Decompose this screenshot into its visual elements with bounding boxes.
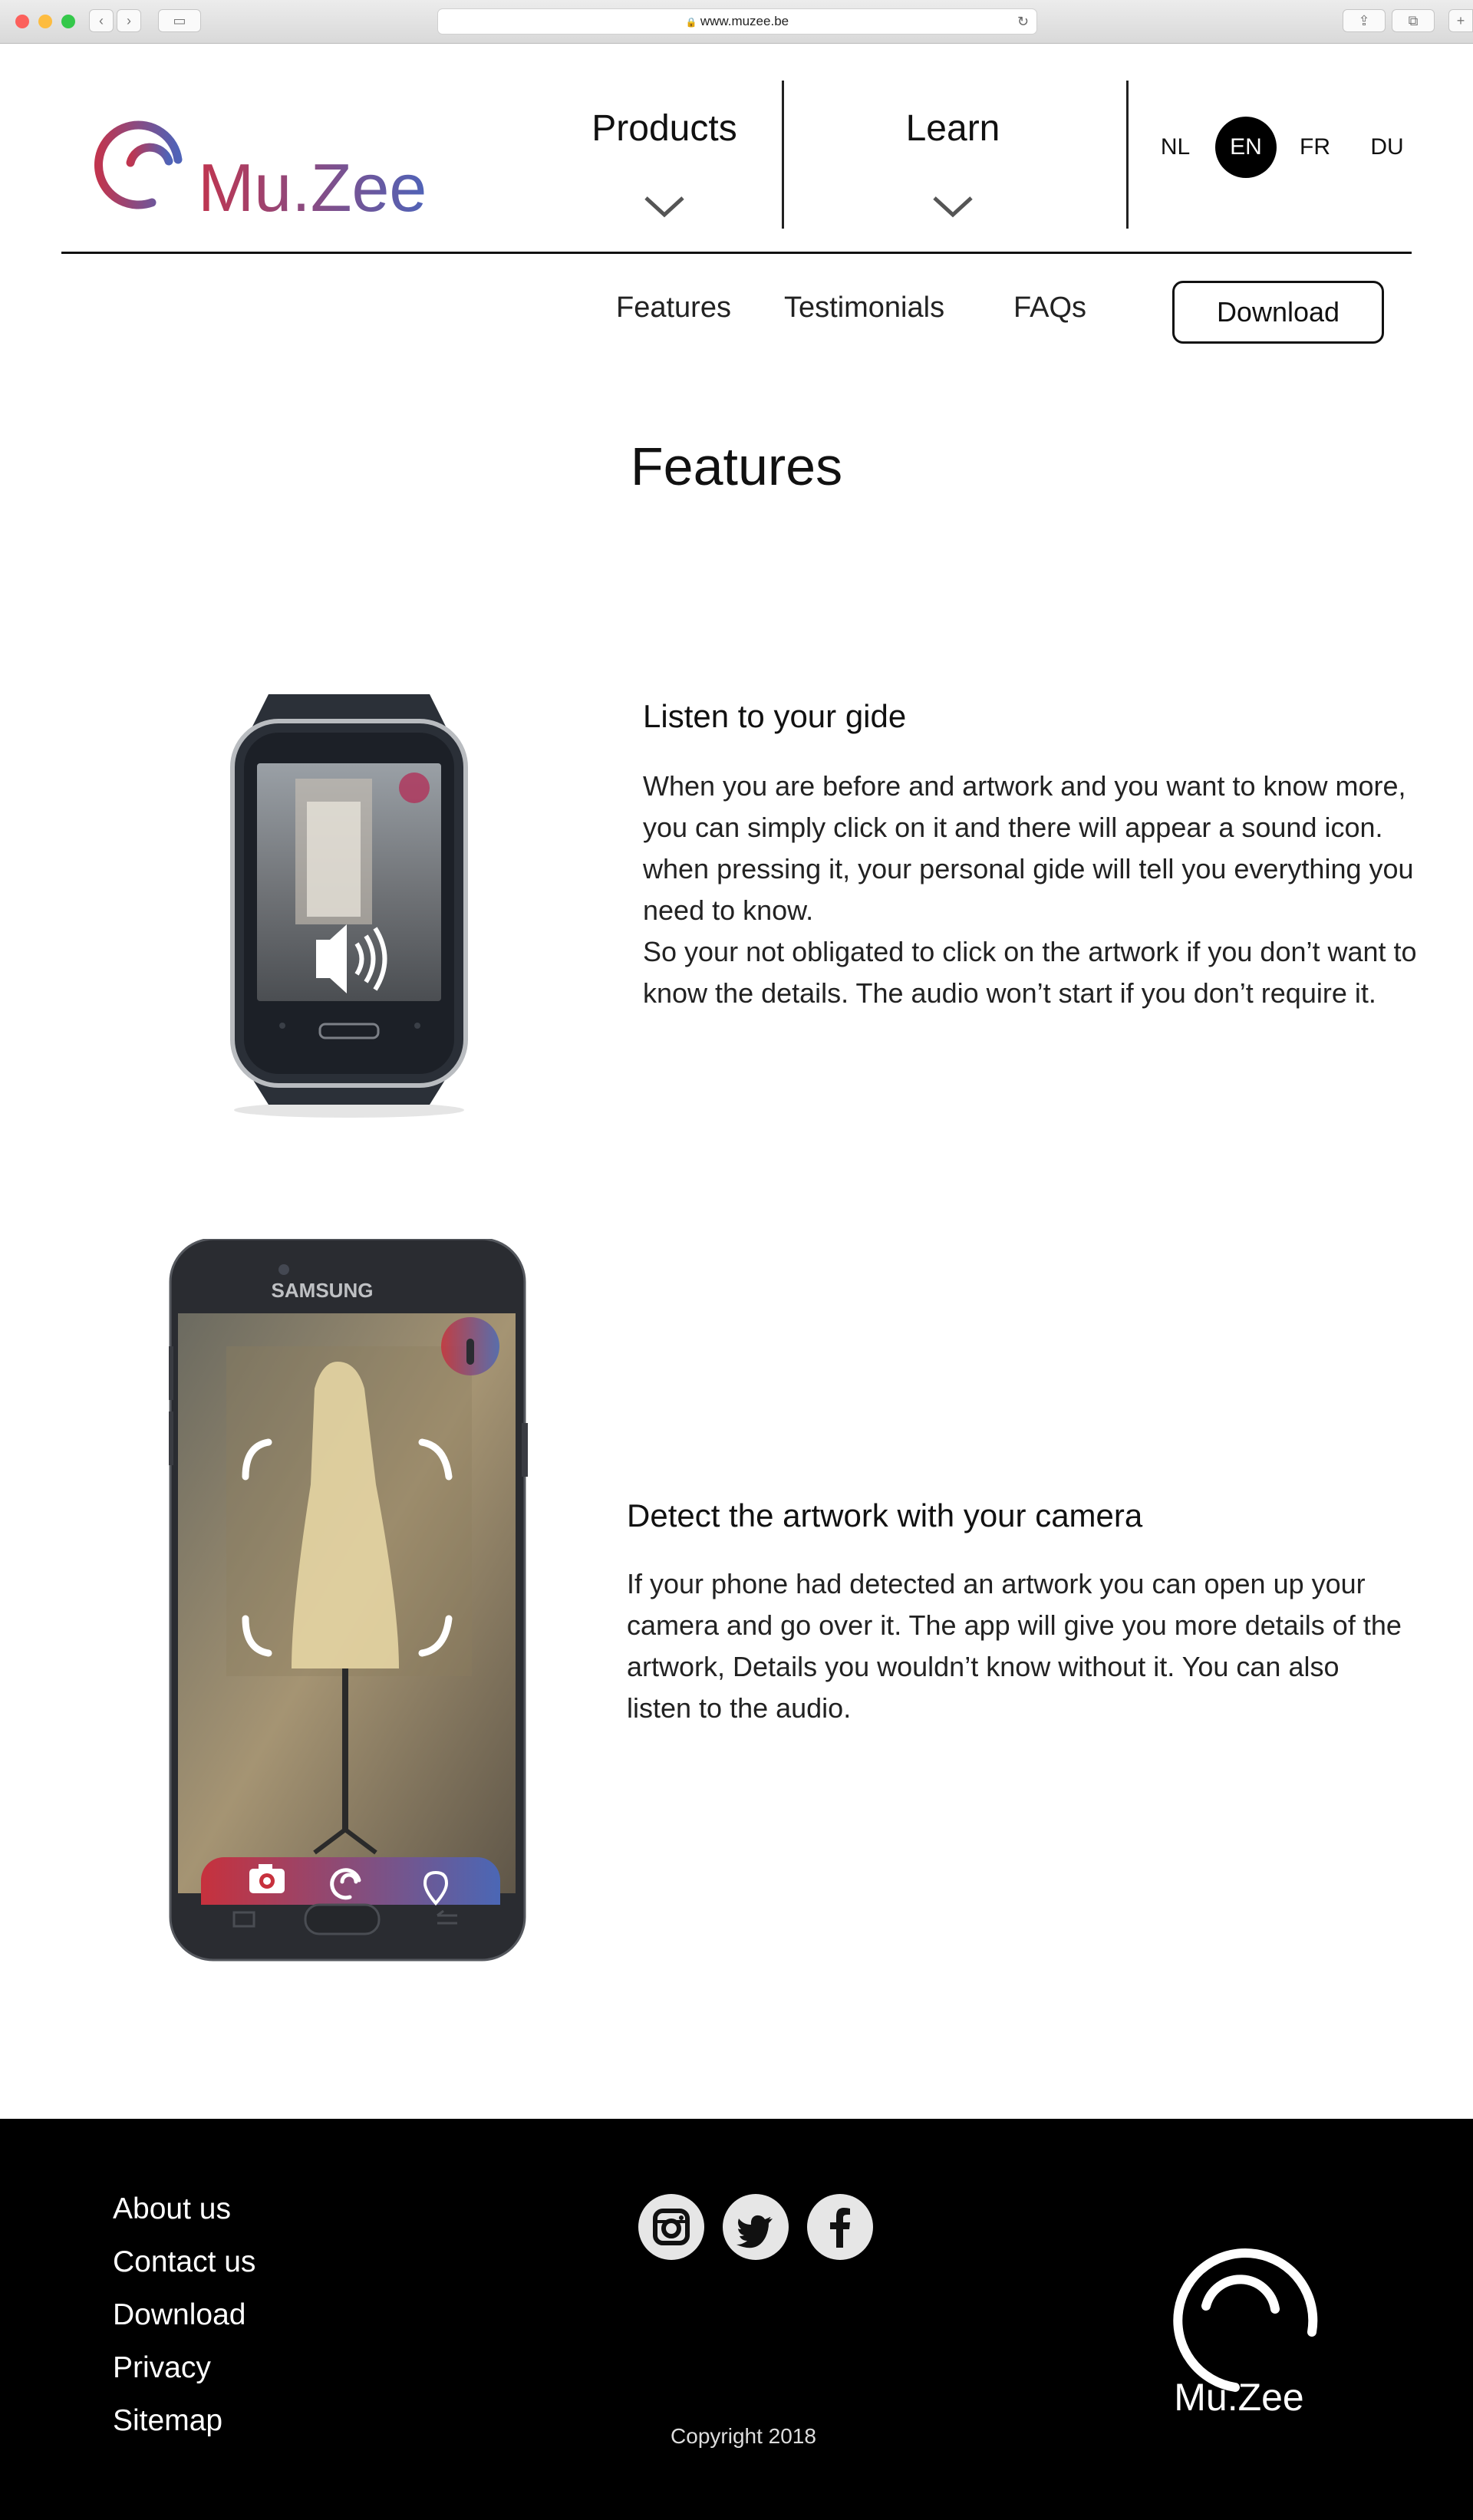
feature-paragraph: If your phone had detected an artwork yo… xyxy=(627,1568,1402,1724)
instagram-icon[interactable] xyxy=(638,2194,704,2260)
header-divider xyxy=(61,252,1412,254)
footer-logo: Mu.Zee xyxy=(1173,2248,1318,2416)
nav-learn[interactable]: Learn xyxy=(838,107,1068,150)
browser-toolbar: ‹ › ▭ 🔒 www.muzee.be ↻ ⇪ ⧉ + xyxy=(0,0,1473,44)
feature-title: Listen to your gide xyxy=(643,698,907,734)
page-title: Features xyxy=(630,436,843,496)
footer-link-about[interactable]: About us xyxy=(113,2192,231,2226)
lock-icon: 🔒 xyxy=(685,17,697,28)
reload-icon[interactable]: ↻ xyxy=(1017,9,1029,34)
subnav-testimonials[interactable]: Testimonials xyxy=(784,292,944,324)
address-bar[interactable]: 🔒 www.muzee.be ↻ xyxy=(437,8,1037,35)
feature-title: Detect the artwork with your camera xyxy=(627,1497,1143,1533)
forward-icon[interactable]: › xyxy=(117,9,141,32)
muzee-logo-icon: Mu.Zee xyxy=(94,120,427,226)
minimize-window-button[interactable] xyxy=(38,15,52,28)
lang-nl[interactable]: NL xyxy=(1145,117,1206,178)
new-tab-icon[interactable]: + xyxy=(1448,9,1473,32)
nav-divider xyxy=(1126,81,1129,229)
feature-paragraph: When you are before and artwork and you … xyxy=(643,770,1414,926)
lang-du[interactable]: DU xyxy=(1356,117,1418,178)
tabs-icon[interactable]: ⧉ xyxy=(1392,9,1435,32)
sidebar-icon[interactable]: ▭ xyxy=(158,9,201,32)
subnav-features[interactable]: Features xyxy=(616,292,731,324)
share-icon[interactable]: ⇪ xyxy=(1343,9,1386,32)
logo-text: Mu.Zee xyxy=(198,150,427,224)
facebook-icon[interactable] xyxy=(807,2194,873,2260)
twitter-icon[interactable] xyxy=(723,2194,789,2260)
brand-logo[interactable]: Mu.Zee xyxy=(83,109,451,226)
feature-description: If your phone had detected an artwork yo… xyxy=(627,1563,1409,1729)
copyright-text: Copyright 2018 xyxy=(671,2424,816,2448)
nav-products[interactable]: Products xyxy=(549,107,779,150)
phone-brand-label: SAMSUNG xyxy=(272,1279,374,1302)
nav-divider xyxy=(782,81,784,229)
footer-link-contact[interactable]: Contact us xyxy=(113,2245,255,2279)
footer-link-download[interactable]: Download xyxy=(113,2298,246,2332)
muzee-logo-icon xyxy=(1173,2248,1318,2392)
close-window-button[interactable] xyxy=(15,15,29,28)
footer-logo-text: Mu.Zee xyxy=(1174,2376,1304,2416)
url-text: www.muzee.be xyxy=(700,14,789,28)
subnav-faqs[interactable]: FAQs xyxy=(1013,292,1086,324)
zoom-window-button[interactable] xyxy=(61,15,75,28)
chevron-down-icon[interactable] xyxy=(930,193,976,221)
lang-en[interactable]: EN xyxy=(1215,117,1277,178)
download-button[interactable]: Download xyxy=(1172,281,1384,344)
back-icon[interactable]: ‹ xyxy=(89,9,114,32)
feature-description: When you are before and artwork and you … xyxy=(643,766,1418,1014)
footer-link-sitemap[interactable]: Sitemap xyxy=(113,2404,222,2438)
feature-paragraph: So your not obligated to click on the ar… xyxy=(643,936,1417,1009)
smartwatch-image xyxy=(230,694,468,1118)
footer-link-privacy[interactable]: Privacy xyxy=(113,2351,211,2385)
lang-fr[interactable]: FR xyxy=(1284,117,1346,178)
chevron-down-icon[interactable] xyxy=(641,193,687,221)
phone-image: SAMSUNG xyxy=(169,1239,528,1962)
